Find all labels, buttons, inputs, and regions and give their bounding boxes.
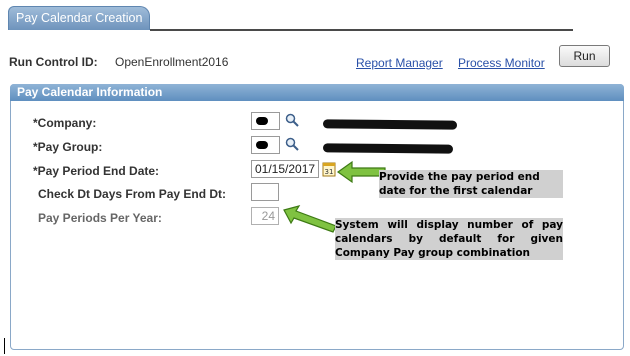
- periods-value: 24: [251, 207, 279, 225]
- company-label: *Company:: [33, 116, 97, 130]
- pay-group-lookup-icon[interactable]: [285, 137, 299, 154]
- company-description-redacted: [322, 119, 458, 130]
- company-value-redacted: [256, 117, 268, 125]
- run-button[interactable]: Run: [559, 45, 610, 67]
- arrow-to-periods: [283, 205, 337, 233]
- check-days-label: Check Dt Days From Pay End Dt:: [38, 187, 227, 201]
- tab-divider: [150, 29, 573, 31]
- periods-label: Pay Periods Per Year:: [38, 211, 162, 225]
- pay-group-value-redacted: [256, 141, 268, 149]
- report-manager-link[interactable]: Report Manager: [356, 56, 443, 70]
- check-days-input[interactable]: [251, 183, 279, 201]
- run-control-value: OpenEnrollment2016: [115, 55, 229, 69]
- process-monitor-link[interactable]: Process Monitor: [458, 56, 545, 70]
- run-control-label: Run Control ID:: [9, 55, 98, 69]
- pay-group-description-redacted: [322, 143, 454, 154]
- end-date-callout: Provide the pay period end date for the …: [379, 170, 563, 198]
- section-title: Pay Calendar Information: [10, 84, 624, 101]
- text-cursor: [4, 338, 5, 354]
- company-lookup-icon[interactable]: [285, 113, 299, 130]
- tab-pay-calendar-creation[interactable]: Pay Calendar Creation: [8, 6, 150, 30]
- end-date-label: *Pay Period End Date:: [33, 164, 160, 178]
- periods-callout: System will display number of pay calend…: [335, 218, 563, 260]
- company-field[interactable]: [251, 112, 280, 130]
- pay-group-label: *Pay Group:: [33, 140, 103, 154]
- end-date-input[interactable]: 01/15/2017: [251, 160, 319, 178]
- pay-group-field[interactable]: [251, 136, 280, 154]
